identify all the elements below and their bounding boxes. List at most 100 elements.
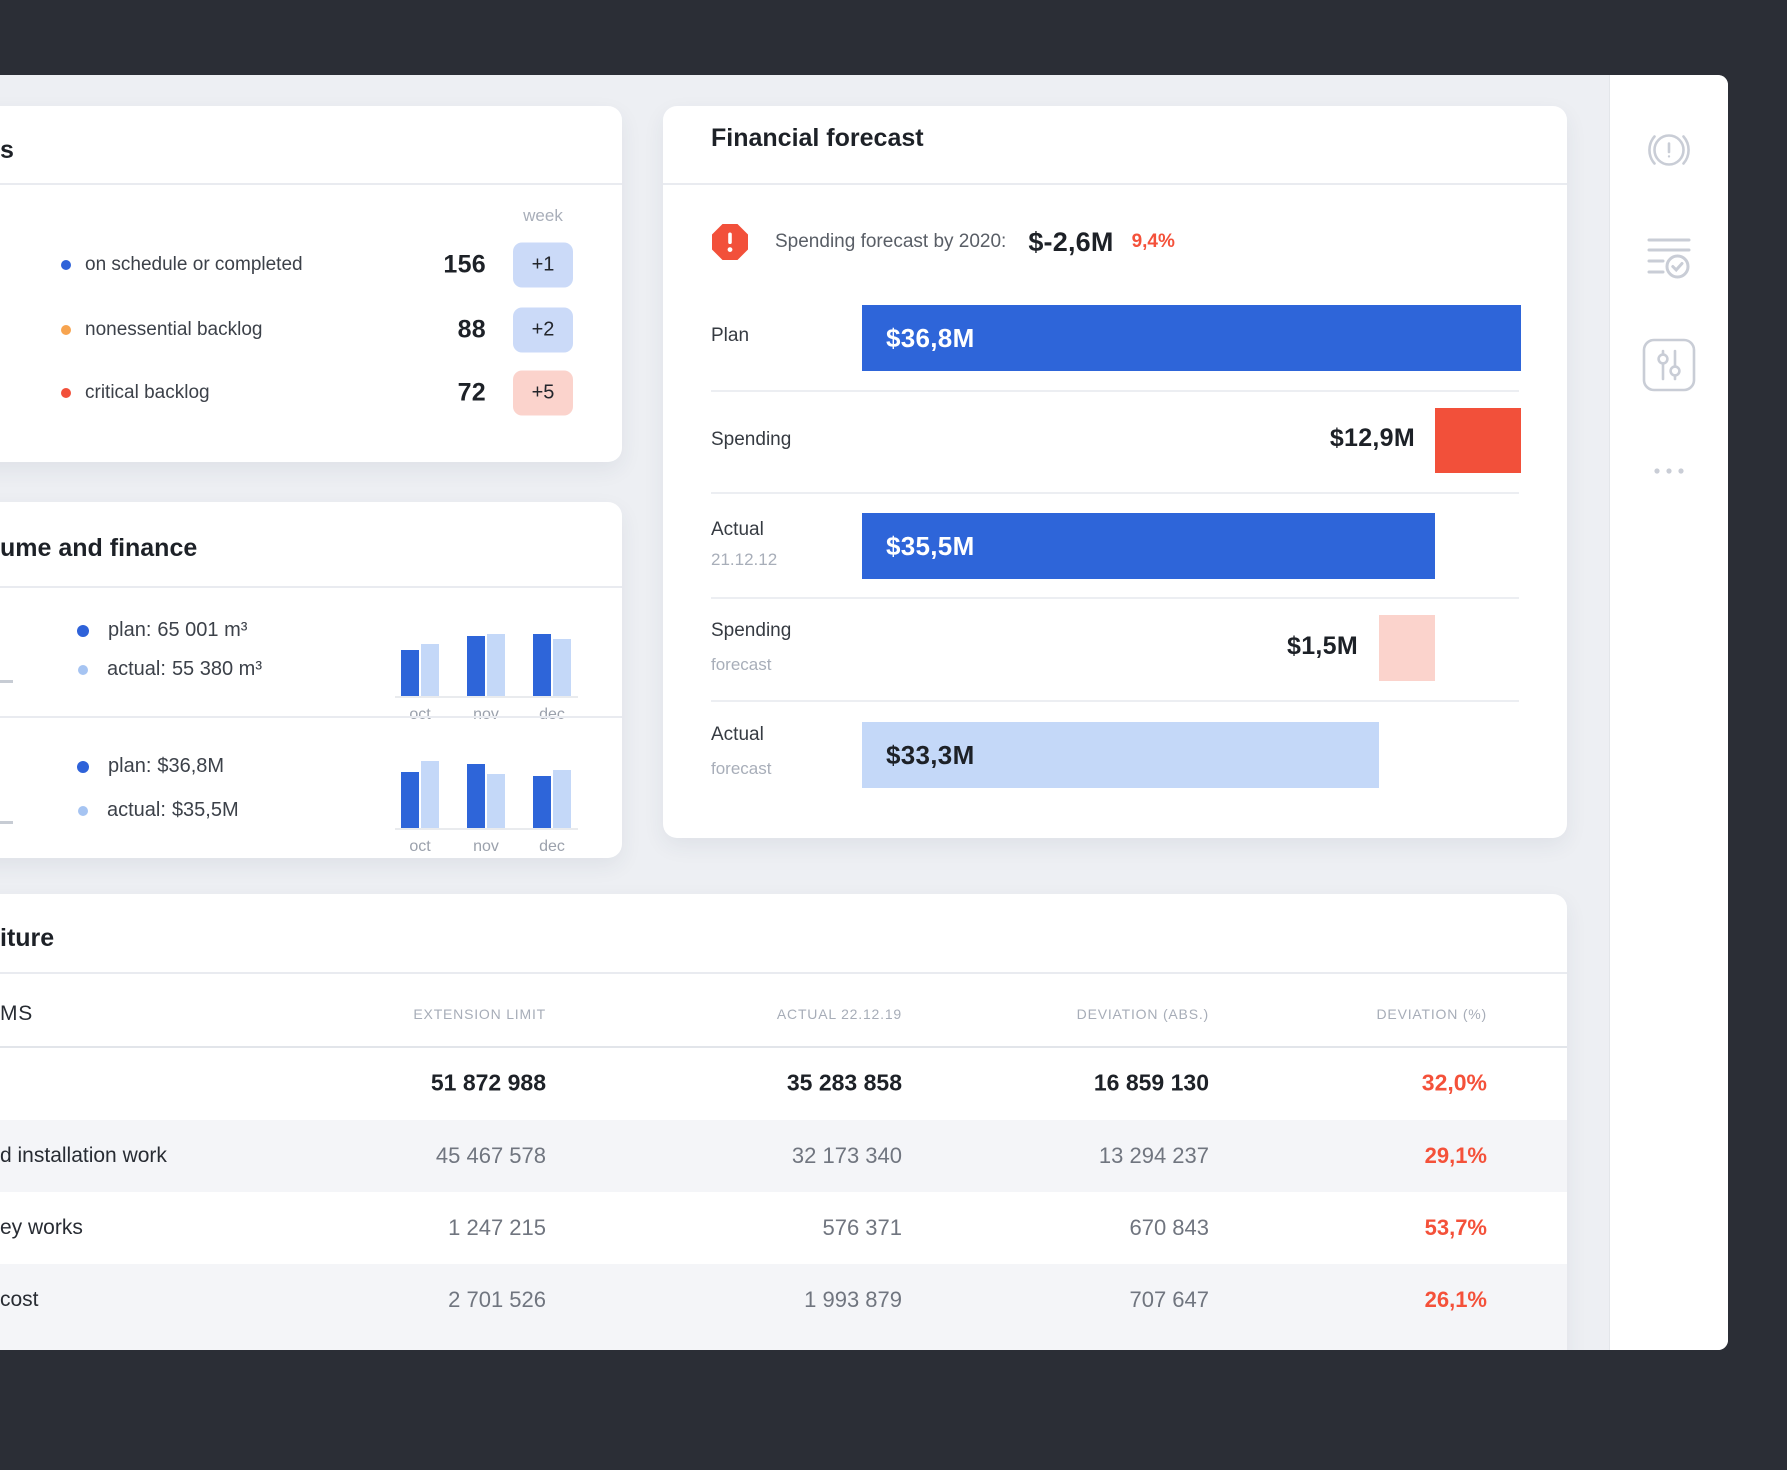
divider: [711, 492, 1519, 494]
actual-bar: [421, 644, 439, 696]
expenditure-table-card: iture MS EXTENSION LIMIT ACTUAL 22.12.19…: [0, 894, 1567, 1350]
forecast-row-sublabel: forecast: [711, 655, 771, 675]
bar-outside-value: $12,9M: [1330, 424, 1415, 453]
status-label: nonessential backlog: [85, 319, 262, 341]
week-delta-badge: +2: [513, 308, 573, 353]
deviation-abs-cell: 670 843: [1129, 1215, 1209, 1241]
status-row: nonessential backlog 88 +2: [0, 307, 622, 353]
volume-finance-card: ume and finance plan:65 001 m³ actual:55…: [0, 502, 622, 858]
plan-dot-icon: [77, 625, 89, 637]
cut-off-dash: [0, 680, 13, 683]
table-header-row: MS EXTENSION LIMIT ACTUAL 22.12.19 DEVIA…: [0, 990, 1567, 1038]
divider: [663, 183, 1567, 185]
chart-baseline: [395, 828, 578, 830]
spending-alert: Spending forecast by 2020: $-2,6M 9,4%: [711, 222, 1175, 262]
chart-baseline: [395, 696, 578, 698]
bar-outside-value: $1,5M: [1287, 632, 1358, 661]
alert-label: Spending forecast by 2020:: [775, 231, 1006, 253]
volume-mini-chart: octnovdec: [395, 598, 578, 718]
warning-octagon-icon: [711, 223, 749, 261]
forecast-row-label: Actual: [711, 724, 764, 746]
actual-bar: [487, 634, 505, 696]
actual-bar: [553, 639, 571, 696]
deviation-pct-cell: 32,0%: [1422, 1070, 1487, 1097]
red-bar: [1435, 408, 1521, 473]
alert-value: $-2,6M: [1028, 227, 1113, 258]
extension-limit-cell: 1 247 215: [448, 1215, 546, 1241]
plan-bar: [401, 650, 419, 696]
table-row: 51 872 98835 283 85816 859 13032,0%: [0, 1046, 1567, 1120]
forecast-row-label: Spending: [711, 429, 791, 451]
plan-bar: [533, 634, 551, 696]
extension-limit-cell: 45 467 578: [436, 1143, 546, 1169]
sliders-icon[interactable]: [1642, 338, 1696, 392]
alert-circle-icon[interactable]: [1640, 121, 1698, 179]
week-column-label: week: [513, 206, 573, 226]
legend-dot-icon: [61, 388, 71, 398]
divider: [711, 700, 1519, 702]
finance-actual-legend: actual:$35,5M: [77, 799, 239, 822]
item-cell: ey works: [0, 1216, 83, 1240]
status-summary-card: s week on schedule or completed156+1none…: [0, 106, 622, 462]
actual-dot-icon: [78, 806, 88, 816]
right-icon-sidebar: [1609, 75, 1728, 1350]
item-cell: d installation work: [0, 1144, 167, 1168]
actual-dot-icon: [78, 665, 88, 675]
divider: [0, 972, 1567, 974]
actual-cell: 32 173 340: [792, 1143, 902, 1169]
checklist-icon[interactable]: [1645, 235, 1693, 283]
status-card-title-fragment: s: [0, 136, 14, 165]
volume-plan-legend: plan:65 001 m³: [77, 619, 247, 642]
header-actual: ACTUAL 22.12.19: [777, 1006, 902, 1022]
header-extension-limit: EXTENSION LIMIT: [413, 1006, 546, 1022]
more-options-icon[interactable]: [1652, 466, 1686, 476]
volume-card-title-fragment: ume and finance: [0, 534, 197, 563]
divider: [0, 183, 622, 185]
month-label: dec: [522, 838, 582, 856]
deviation-abs-cell: 13 294 237: [1099, 1143, 1209, 1169]
volume-actual-legend: actual:55 380 m³: [77, 658, 262, 681]
bar-value: $35,5M: [862, 513, 975, 579]
table-row: cost2 701 5261 993 879707 64726,1%: [0, 1264, 1567, 1350]
week-delta-badge: +5: [513, 371, 573, 416]
bar-value: $36,8M: [862, 305, 975, 371]
header-deviation-abs: DEVIATION (ABS.): [1077, 1006, 1209, 1022]
expenditure-title-fragment: iture: [0, 924, 54, 953]
month-label: nov: [456, 706, 516, 724]
app-window: s week on schedule or completed156+1none…: [0, 75, 1728, 1350]
status-value: 156: [443, 251, 486, 280]
plan-dot-icon: [77, 761, 89, 773]
status-label: critical backlog: [85, 382, 210, 404]
legend-dot-icon: [61, 260, 71, 270]
week-delta-badge: +1: [513, 243, 573, 288]
bar-value: $33,3M: [862, 722, 975, 788]
status-row: critical backlog 72 +5: [0, 370, 622, 416]
month-label: oct: [390, 706, 450, 724]
forecast-row-label: Spending: [711, 620, 791, 642]
header-items: MS: [0, 1002, 33, 1026]
month-label: oct: [390, 838, 450, 856]
divider: [0, 716, 622, 718]
deviation-abs-cell: 16 859 130: [1094, 1070, 1209, 1097]
plan-bar: [467, 764, 485, 828]
status-row: on schedule or completed156+1: [0, 242, 622, 288]
status-value: 88: [458, 316, 486, 345]
divider: [711, 597, 1519, 599]
table-row: ey works 1 247 215 576 371 670 843 53,7%: [0, 1192, 1567, 1264]
actual-cell: 576 371: [822, 1215, 902, 1241]
deviation-pct-cell: 53,7%: [1425, 1215, 1487, 1241]
plan-bar: [467, 636, 485, 696]
table-row: d installation work 45 467 578 32 173 340 1…: [0, 1120, 1567, 1192]
plan-bar: [533, 776, 551, 828]
forecast-row-sublabel: forecast: [711, 759, 771, 779]
pink-bar: [1379, 615, 1435, 681]
forecast-card-title: Financial forecast: [711, 124, 924, 153]
month-label: dec: [522, 706, 582, 724]
lightblue-bar: $33,3M: [862, 722, 1379, 788]
status-value: 72: [458, 379, 486, 408]
actual-bar: [487, 774, 505, 828]
header-deviation-pct: DEVIATION (%): [1377, 1006, 1487, 1022]
finance-plan-legend: plan:$36,8M: [77, 755, 224, 778]
forecast-row-label: Plan: [711, 325, 749, 347]
divider: [0, 586, 622, 588]
